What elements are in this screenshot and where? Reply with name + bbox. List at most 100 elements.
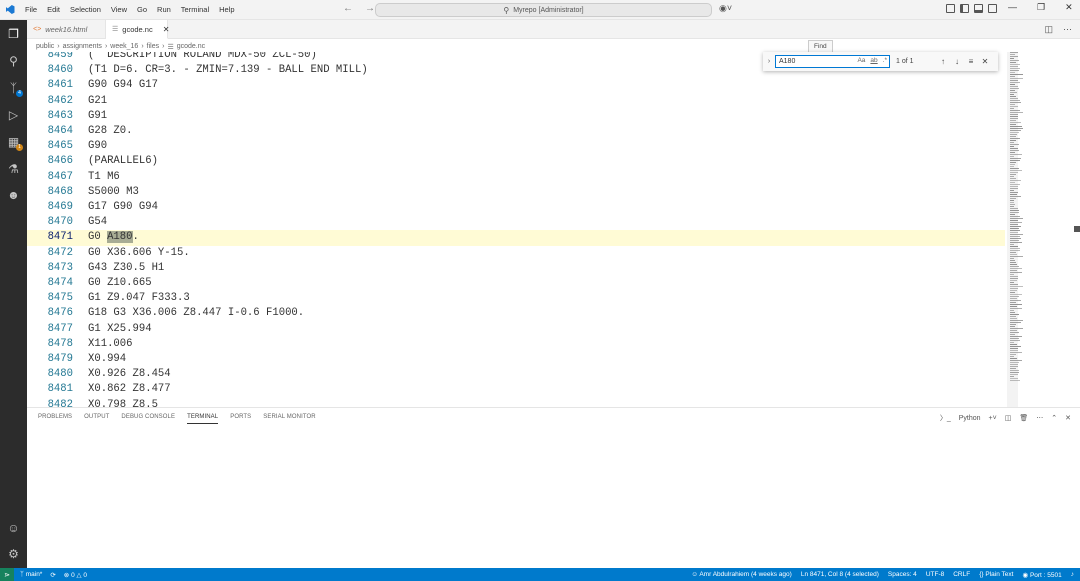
source-control-icon[interactable]: ᛉ4 bbox=[5, 79, 23, 97]
minimap-slider[interactable] bbox=[1007, 52, 1018, 407]
toggle-replace-chevron-icon[interactable]: › bbox=[763, 58, 775, 65]
breadcrumb-item[interactable]: files bbox=[147, 43, 159, 50]
encoding[interactable]: UTF-8 bbox=[926, 571, 944, 578]
menu-view[interactable]: View bbox=[106, 5, 132, 14]
code-line[interactable]: 8467 T1 M6 bbox=[27, 170, 1007, 185]
search-icon[interactable]: ⚲ bbox=[5, 52, 22, 69]
cursor-position[interactable]: Ln 8471, Col 8 (4 selected) bbox=[801, 571, 879, 578]
code-line[interactable]: 8482 X0.798 Z8.5 bbox=[27, 398, 1007, 407]
run-debug-icon[interactable]: ▷ bbox=[5, 106, 22, 123]
code-line[interactable]: 8465 G90 bbox=[27, 139, 1007, 154]
menu-edit[interactable]: Edit bbox=[42, 5, 65, 14]
code-line[interactable]: 8471 G0 A180. bbox=[27, 230, 1005, 246]
account-icon[interactable]: ☺ bbox=[5, 519, 22, 536]
code-line[interactable]: 8473 G43 Z30.5 H1 bbox=[27, 261, 1007, 276]
explorer-icon[interactable]: ❐ bbox=[5, 25, 22, 42]
code-line[interactable]: 8475 G1 Z9.047 F333.3 bbox=[27, 291, 1007, 306]
find-input[interactable]: A180 Aa ab .* bbox=[775, 55, 890, 68]
notifications-bell-icon[interactable]: ♪ bbox=[1071, 571, 1074, 578]
match-case-icon[interactable]: Aa bbox=[857, 57, 865, 64]
code-line[interactable]: 8476 G18 G3 X36.006 Z8.447 I-0.6 F1000. bbox=[27, 306, 1007, 321]
tab-gcode-nc[interactable]: ☰ gcode.nc ✕ bbox=[106, 20, 170, 39]
maximize-panel-icon[interactable]: ⌃ bbox=[1051, 414, 1057, 422]
menu-selection[interactable]: Selection bbox=[65, 5, 106, 14]
more-actions-icon[interactable]: ⋯ bbox=[1063, 24, 1072, 35]
close-window-icon[interactable]: ✕ bbox=[1065, 2, 1073, 13]
layout-customize-icon[interactable] bbox=[946, 4, 955, 13]
problems-indicator[interactable]: ⊗ 0 △ 0 bbox=[64, 571, 87, 579]
branch-indicator[interactable]: ᛉ main* bbox=[20, 571, 42, 579]
testing-icon[interactable]: ⚗ bbox=[5, 160, 22, 177]
copilot-icon[interactable]: ◉˅ bbox=[719, 3, 732, 14]
code-line[interactable]: 8469 G17 G90 G94 bbox=[27, 200, 1007, 215]
next-match-icon[interactable]: ↓ bbox=[950, 57, 964, 66]
platformio-icon[interactable]: ☻ bbox=[5, 186, 22, 203]
breadcrumb-item[interactable]: week_16 bbox=[110, 43, 138, 50]
find-in-selection-icon[interactable]: ≡ bbox=[964, 57, 978, 66]
sync-icon[interactable]: ⟳ bbox=[50, 571, 55, 579]
code-line[interactable]: 8481 X0.862 Z8.477 bbox=[27, 382, 1007, 397]
layout-controls bbox=[946, 4, 997, 13]
breadcrumb-item[interactable]: assignments bbox=[63, 43, 102, 50]
split-editor-icon[interactable]: ◫ bbox=[1044, 24, 1053, 35]
extensions-icon[interactable]: ▦ 1 bbox=[5, 133, 23, 151]
code-line[interactable]: 8470 G54 bbox=[27, 215, 1007, 230]
code-line[interactable]: 8479 X0.994 bbox=[27, 352, 1007, 367]
code-line[interactable]: 8477 G1 X25.994 bbox=[27, 322, 1007, 337]
forward-arrow-icon[interactable]: → bbox=[365, 3, 375, 14]
settings-gear-icon[interactable]: ⚙ bbox=[5, 545, 22, 562]
command-center[interactable]: ⚲ Myrepo [Administrator] bbox=[375, 3, 712, 17]
close-find-icon[interactable]: ✕ bbox=[978, 57, 992, 66]
code-editor[interactable]: 8459 ( DESCRIPTION ROLAND MDX-50 ZCL-50) 8… bbox=[27, 52, 1007, 407]
menu-run[interactable]: Run bbox=[152, 5, 176, 14]
toggle-panel-icon[interactable] bbox=[974, 4, 983, 13]
chevron-right-icon: › bbox=[104, 43, 108, 50]
tab-serial-monitor[interactable]: SERIAL MONITOR bbox=[263, 414, 315, 424]
menu-help[interactable]: Help bbox=[214, 5, 239, 14]
split-terminal-icon[interactable]: ◫ bbox=[1005, 414, 1012, 422]
menu-terminal[interactable]: Terminal bbox=[176, 5, 214, 14]
previous-match-icon[interactable]: ↑ bbox=[936, 57, 950, 66]
new-terminal-icon[interactable]: +˅ bbox=[989, 415, 997, 422]
menu-file[interactable]: File bbox=[20, 5, 42, 14]
breadcrumb-item[interactable]: gcode.nc bbox=[177, 43, 205, 50]
tab-week16-html[interactable]: <> week16.html bbox=[27, 20, 106, 39]
tab-actions: ◫ ⋯ bbox=[1044, 24, 1072, 35]
tab-problems[interactable]: PROBLEMS bbox=[38, 414, 72, 424]
code-line[interactable]: 8478 X11.006 bbox=[27, 337, 1007, 352]
match-whole-word-icon[interactable]: ab bbox=[870, 57, 877, 64]
live-server-port[interactable]: ◉ Port : 5501 bbox=[1022, 571, 1061, 579]
code-line[interactable]: 8480 X0.926 Z8.454 bbox=[27, 367, 1007, 382]
tab-terminal[interactable]: TERMINAL bbox=[187, 414, 219, 424]
code-line[interactable]: 8474 G0 Z10.665 bbox=[27, 276, 1007, 291]
line-number: 8468 bbox=[47, 185, 73, 198]
use-regex-icon[interactable]: .* bbox=[883, 57, 887, 64]
remote-indicator-icon[interactable]: ⋗ bbox=[0, 568, 14, 581]
end-of-line[interactable]: CRLF bbox=[953, 571, 970, 578]
code-line[interactable]: 8466 (PARALLEL6) bbox=[27, 154, 1007, 169]
git-blame[interactable]: ☺ Amr Abdulrahiem (4 weeks ago) bbox=[691, 571, 792, 578]
restore-icon[interactable]: ❐ bbox=[1037, 2, 1045, 13]
terminal-name[interactable]: Python bbox=[959, 415, 981, 422]
tab-debug-console[interactable]: DEBUG CONSOLE bbox=[121, 414, 175, 424]
code-line[interactable]: 8463 G91 bbox=[27, 109, 1007, 124]
close-tab-icon[interactable]: ✕ bbox=[163, 25, 170, 34]
code-line[interactable]: 8464 G28 Z0. bbox=[27, 124, 1007, 139]
language-mode[interactable]: {} Plain Text bbox=[979, 571, 1013, 578]
code-line[interactable]: 8468 S5000 M3 bbox=[27, 185, 1007, 200]
toggle-secondary-sidebar-icon[interactable] bbox=[988, 4, 997, 13]
indentation[interactable]: Spaces: 4 bbox=[888, 571, 917, 578]
minimize-icon[interactable]: — bbox=[1008, 2, 1017, 13]
back-arrow-icon[interactable]: ← bbox=[343, 3, 353, 14]
code-line[interactable]: 8461 G90 G94 G17 bbox=[27, 78, 1007, 93]
tab-output[interactable]: OUTPUT bbox=[84, 414, 109, 424]
breadcrumb-item[interactable]: public bbox=[36, 43, 54, 50]
code-line[interactable]: 8462 G21 bbox=[27, 94, 1007, 109]
more-actions-icon[interactable]: ⋯ bbox=[1036, 414, 1043, 422]
close-panel-icon[interactable]: ✕ bbox=[1065, 414, 1071, 422]
kill-terminal-icon[interactable]: 🗑 bbox=[1019, 414, 1028, 422]
tab-ports[interactable]: PORTS bbox=[230, 414, 251, 424]
menu-go[interactable]: Go bbox=[132, 5, 152, 14]
toggle-sidebar-icon[interactable] bbox=[960, 4, 969, 13]
code-line[interactable]: 8472 G0 X36.606 Y-15. bbox=[27, 246, 1007, 261]
